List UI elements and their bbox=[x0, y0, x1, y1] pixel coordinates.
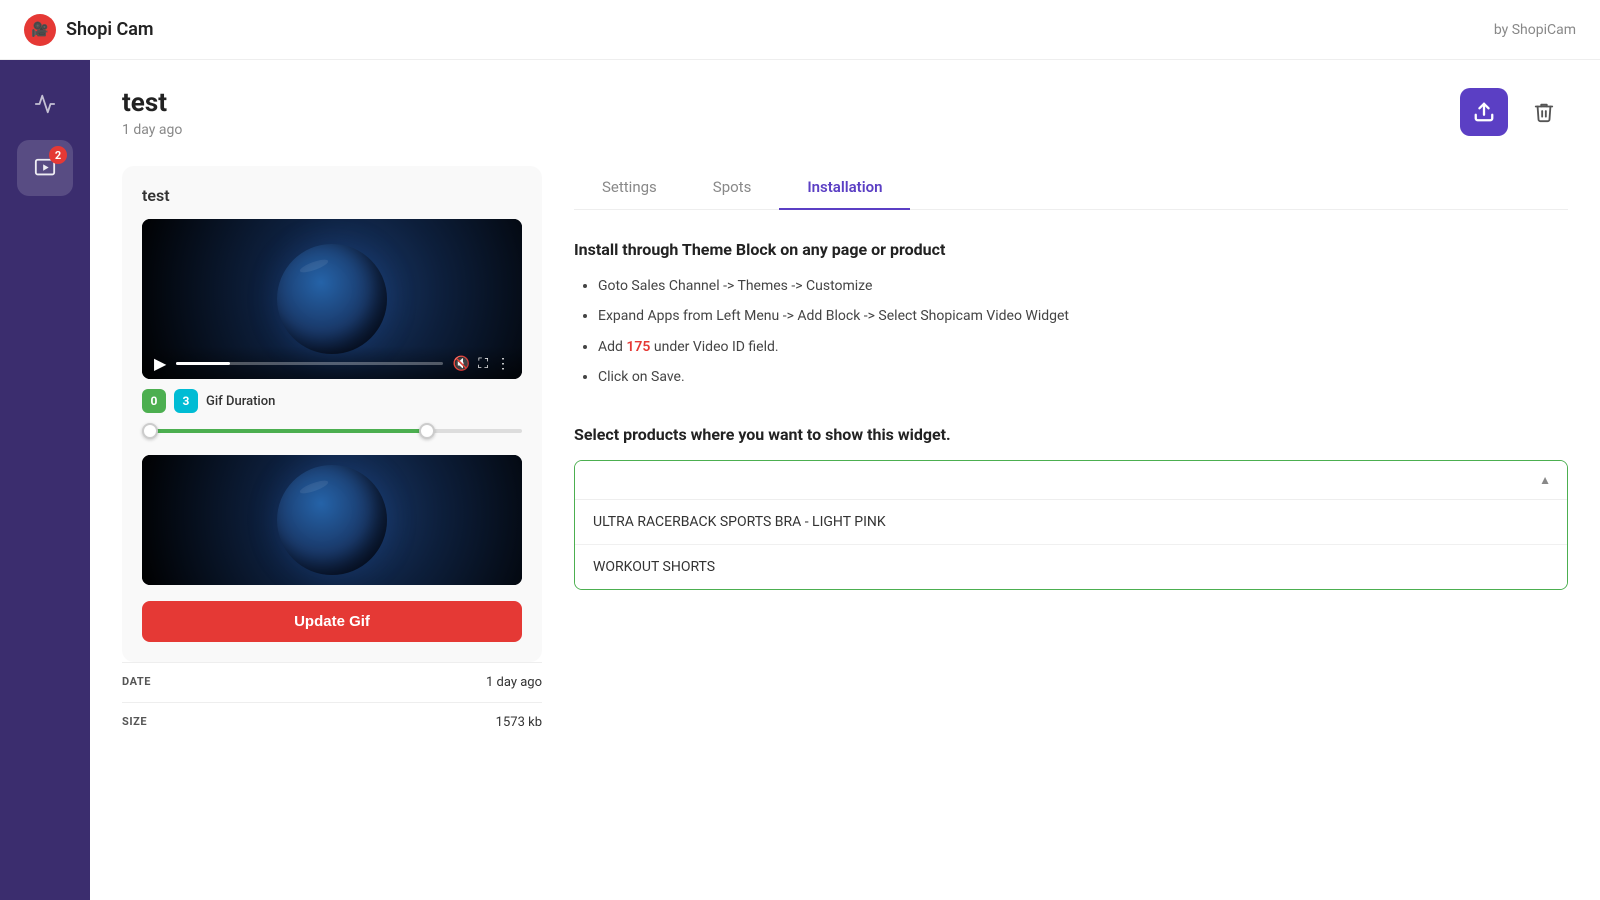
duration-area: 0 3 Gif Duration bbox=[142, 389, 522, 441]
update-gif-button[interactable]: Update Gif bbox=[142, 601, 522, 642]
video-badge: 2 bbox=[49, 146, 67, 164]
install-title: Install through Theme Block on any page … bbox=[574, 240, 1568, 259]
products-title: Select products where you want to show t… bbox=[574, 425, 1568, 444]
range-thumb-right[interactable] bbox=[419, 423, 435, 439]
install-step-3: Add 175 under Video ID field. bbox=[598, 336, 1568, 358]
video-progress-bar bbox=[176, 362, 442, 365]
right-panel: Settings Spots Installation Install thro… bbox=[574, 166, 1568, 742]
sidebar-item-analytics[interactable] bbox=[17, 76, 73, 132]
duration-end-badge: 3 bbox=[174, 389, 198, 413]
video-card-title: test bbox=[142, 186, 522, 205]
video-preview-1: ▶ 🔇 ⛶ ⋮ bbox=[142, 219, 522, 379]
video-card: test ▶ bbox=[122, 166, 542, 662]
meta-date-value: 1 day ago bbox=[486, 675, 542, 690]
video-progress-fill bbox=[176, 362, 229, 365]
products-section: Select products where you want to show t… bbox=[574, 425, 1568, 590]
video-id: 175 bbox=[626, 339, 650, 355]
install-step-1: Goto Sales Channel -> Themes -> Customiz… bbox=[598, 275, 1568, 297]
by-label: by ShopiCam bbox=[1494, 22, 1576, 38]
upload-button[interactable] bbox=[1460, 88, 1508, 136]
product-item-1[interactable]: ULTRA RACERBACK SPORTS BRA - LIGHT PINK bbox=[575, 500, 1567, 545]
globe-image-2 bbox=[277, 465, 387, 575]
duration-labels-row: 0 3 Gif Duration bbox=[142, 389, 522, 413]
meta-date-label: DATE bbox=[122, 675, 151, 690]
video-controls: ▶ 🔇 ⛶ ⋮ bbox=[142, 346, 522, 379]
install-section-1: Install through Theme Block on any page … bbox=[574, 240, 1568, 389]
meta-size-value: 1573 kb bbox=[496, 715, 542, 730]
sidebar: 2 bbox=[0, 60, 90, 900]
product-dropdown-header[interactable]: ▲ bbox=[575, 461, 1567, 500]
product-dropdown[interactable]: ▲ ULTRA RACERBACK SPORTS BRA - LIGHT PIN… bbox=[574, 460, 1568, 590]
meta-size-label: SIZE bbox=[122, 715, 147, 730]
page-subtitle: 1 day ago bbox=[122, 122, 182, 138]
content-area: test 1 day ago bbox=[90, 60, 1600, 900]
play-button[interactable]: ▶ bbox=[154, 354, 166, 373]
delete-button[interactable] bbox=[1520, 88, 1568, 136]
range-slider[interactable] bbox=[142, 421, 522, 441]
chevron-up-icon: ▲ bbox=[1539, 473, 1551, 487]
meta-row-date: DATE 1 day ago bbox=[122, 662, 542, 702]
install-step-2: Expand Apps from Left Menu -> Add Block … bbox=[598, 305, 1568, 327]
left-panel: test ▶ bbox=[122, 166, 542, 742]
header-actions bbox=[1460, 88, 1568, 136]
video-preview-2 bbox=[142, 455, 522, 585]
fullscreen-icon[interactable]: ⛶ bbox=[478, 356, 488, 372]
tab-settings[interactable]: Settings bbox=[574, 166, 685, 210]
page-header: test 1 day ago bbox=[122, 88, 1568, 138]
sidebar-item-videos[interactable]: 2 bbox=[17, 140, 73, 196]
brand: 🎥 Shopi Cam bbox=[24, 14, 154, 46]
more-icon[interactable]: ⋮ bbox=[496, 356, 510, 372]
range-fill bbox=[150, 429, 427, 433]
page-title-group: test 1 day ago bbox=[122, 88, 182, 138]
brand-name: Shopi Cam bbox=[66, 19, 154, 40]
video-icons-right: 🔇 ⛶ ⋮ bbox=[453, 356, 510, 372]
topbar: 🎥 Shopi Cam by ShopiCam bbox=[0, 0, 1600, 60]
range-thumb-left[interactable] bbox=[142, 423, 158, 439]
tab-installation[interactable]: Installation bbox=[779, 166, 910, 210]
install-steps: Goto Sales Channel -> Themes -> Customiz… bbox=[574, 275, 1568, 389]
meta-row-size: SIZE 1573 kb bbox=[122, 702, 542, 742]
install-step-4: Click on Save. bbox=[598, 366, 1568, 388]
page-title: test bbox=[122, 88, 182, 118]
mute-icon[interactable]: 🔇 bbox=[453, 356, 470, 372]
globe-image bbox=[277, 244, 387, 354]
duration-label: Gif Duration bbox=[206, 394, 275, 409]
tabs: Settings Spots Installation bbox=[574, 166, 1568, 210]
product-item-2[interactable]: WORKOUT SHORTS bbox=[575, 545, 1567, 589]
duration-start-badge: 0 bbox=[142, 389, 166, 413]
brand-icon: 🎥 bbox=[24, 14, 56, 46]
tab-spots[interactable]: Spots bbox=[685, 166, 780, 210]
